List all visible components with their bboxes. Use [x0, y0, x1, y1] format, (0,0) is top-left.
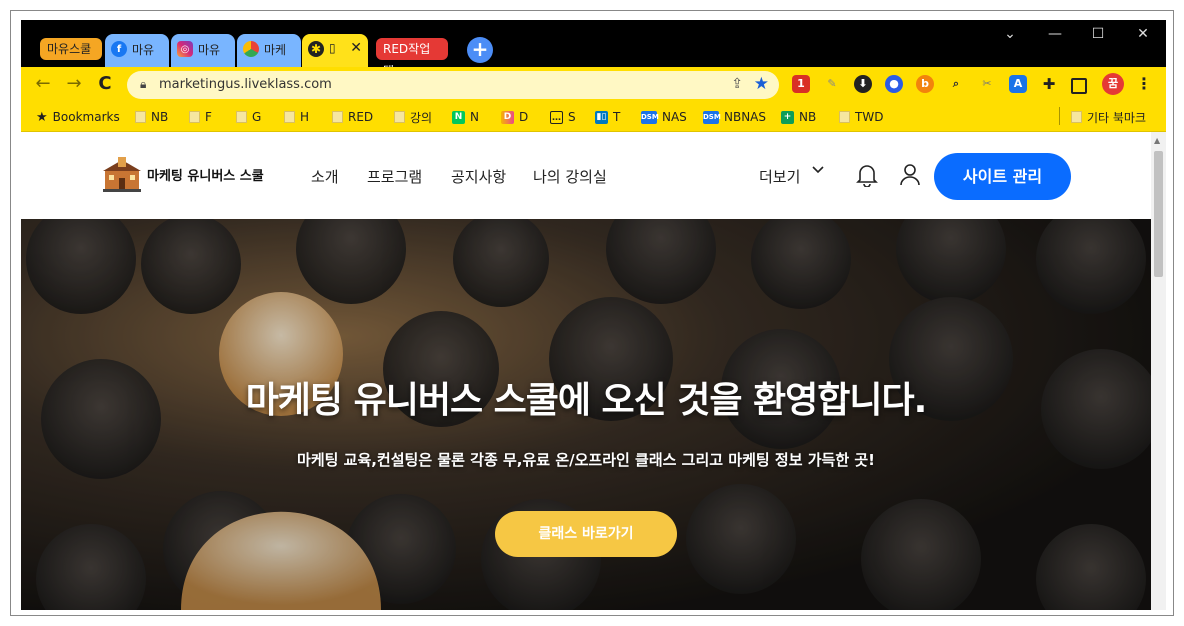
scrollbar-thumb[interactable] [1154, 151, 1163, 277]
back-button[interactable]: ← [32, 73, 54, 95]
tab-active[interactable]: ✱ ▯ ✕ [302, 34, 368, 67]
dsm-icon: DSM [703, 110, 721, 124]
menu-kebab-icon[interactable]: ⋮ [1135, 75, 1153, 93]
extension-mail-icon[interactable]: 1 [792, 75, 810, 93]
site-logo[interactable]: 마케팅 유니버스 스쿨 [103, 156, 264, 192]
tab-facebook[interactable]: f 마유 [105, 34, 169, 67]
tab-label: 마케 [264, 43, 287, 57]
folder-icon [189, 111, 200, 123]
chat-icon: … [550, 110, 563, 124]
new-tab-button[interactable]: + [467, 37, 493, 63]
chrome-web-store-icon [243, 41, 259, 57]
tab-label: 마유 [132, 43, 155, 57]
extension-download-icon[interactable]: ⬇ [854, 75, 872, 93]
folder-icon [135, 111, 146, 123]
bookmark-d[interactable]: DD [501, 109, 528, 125]
bookmark-other[interactable]: 기타 북마크 [1071, 109, 1146, 125]
bookmark-nb-plus[interactable]: + NB [781, 109, 816, 125]
site-header: 마케팅 유니버스 스쿨 소개 프로그램 공지사항 나의 강의실 더보기 사이트 … [21, 132, 1151, 219]
extension-globe-icon[interactable]: ● [885, 75, 903, 93]
site-manage-button[interactable]: 사이트 관리 [934, 153, 1071, 200]
bookmark-nas[interactable]: DSM NAS [641, 109, 687, 125]
user-icon[interactable] [899, 163, 921, 187]
tab-instagram[interactable]: ◎ 마유 [171, 34, 235, 67]
bookmark-folder-nb[interactable]: NB [135, 109, 168, 125]
close-window-button[interactable]: ✕ [1129, 26, 1157, 42]
url-text[interactable]: marketingus.liveklass.com [159, 77, 332, 92]
nav-my-classroom[interactable]: 나의 강의실 [533, 166, 607, 187]
star-icon: ★ [36, 109, 48, 125]
site-favicon: ✱ [308, 41, 324, 57]
browser-window: 마유스쿨 f 마유 ◎ 마유 마케 ✱ ▯ ✕ RED작업탭 + ⌄ — ☐ ✕… [21, 20, 1166, 610]
folder-icon [236, 111, 247, 123]
close-tab-icon[interactable]: ✕ [350, 41, 362, 55]
bookmark-t[interactable]: ▮▯ T [595, 109, 620, 125]
bookmarks-bar: ★ Bookmarks NB F G H RED 강의 NN DD … S ▮▯ T … [21, 101, 1166, 132]
bookmark-folder-twd[interactable]: TWD [839, 109, 883, 125]
tab-chrome-store[interactable]: 마케 [237, 34, 301, 67]
logo-text: 마케팅 유니버스 스쿨 [147, 168, 264, 184]
trello-icon: ▮▯ [595, 110, 608, 124]
folder-icon [332, 111, 343, 123]
extension-pin-icon[interactable]: ✂ [978, 75, 996, 93]
nav-about[interactable]: 소개 [311, 166, 339, 187]
side-panel-icon[interactable] [1071, 78, 1087, 94]
browser-toolbar: ← → C 🔒︎ marketingus.liveklass.com ⇪ ★ 1… [21, 67, 1166, 101]
share-icon[interactable]: ⇪ [731, 76, 743, 92]
bookmark-folder-h[interactable]: H [284, 109, 309, 125]
folder-icon [394, 111, 405, 123]
hero-banner: 마케팅 유니버스 스쿨에 오신 것을 환영합니다. 마케팅 교육,컨설팅은 물론… [21, 219, 1151, 610]
dsm-icon: DSM [641, 110, 659, 124]
extension-search-icon[interactable]: ⌕ [947, 75, 965, 93]
folder-icon [1071, 111, 1082, 123]
bell-icon[interactable] [856, 163, 878, 187]
bookmark-folder-g[interactable]: G [236, 109, 261, 125]
class-shortcut-button[interactable]: 클래스 바로가기 [495, 511, 677, 557]
instagram-icon: ◎ [177, 41, 193, 57]
bookmark-s[interactable]: … S [550, 109, 576, 125]
hero-title: 마케팅 유니버스 스쿨에 오신 것을 환영합니다. [245, 380, 928, 421]
tab-search-icon[interactable]: ⌄ [996, 26, 1024, 42]
tab-group-red[interactable]: RED작업탭 [376, 38, 448, 78]
folder-icon [839, 111, 850, 123]
bookmark-separator [1059, 107, 1060, 125]
extensions-puzzle-icon[interactable]: ✚ [1040, 75, 1058, 93]
bookmark-nbnas[interactable]: DSM NBNAS [703, 109, 766, 125]
extension-translate-icon[interactable]: A [1009, 75, 1027, 93]
bookmark-folder-f[interactable]: F [189, 109, 212, 125]
tab-group-mayu[interactable]: 마유스쿨 [40, 38, 102, 60]
page-scrollbar[interactable]: ▲ [1151, 132, 1166, 610]
bookmark-folder-lecture[interactable]: 강의 [394, 109, 432, 125]
school-building-icon [103, 157, 141, 192]
reload-button[interactable]: C [94, 73, 116, 95]
plus-green-icon: + [781, 110, 794, 124]
hero-subtitle: 마케팅 교육,컨설팅은 물론 각종 무,유료 온/오프라인 클래스 그리고 마케… [297, 451, 875, 469]
forward-button[interactable]: → [63, 73, 85, 95]
tab-label: ▯ [329, 41, 336, 55]
more-label: 더보기 [759, 168, 801, 186]
extension-b-icon[interactable]: b [916, 75, 934, 93]
web-page: 마케팅 유니버스 스쿨 소개 프로그램 공지사항 나의 강의실 더보기 사이트 … [21, 132, 1151, 610]
d-icon: D [501, 110, 514, 124]
nav-notices[interactable]: 공지사항 [451, 166, 506, 187]
naver-icon: N [452, 110, 465, 124]
bookmark-n[interactable]: NN [452, 109, 479, 125]
tab-strip: 마유스쿨 f 마유 ◎ 마유 마케 ✱ ▯ ✕ RED작업탭 + ⌄ — ☐ ✕ [21, 20, 1166, 78]
maximize-button[interactable]: ☐ [1084, 26, 1112, 42]
chevron-down-icon [812, 166, 824, 174]
folder-icon [284, 111, 295, 123]
profile-avatar[interactable]: 꿈 [1102, 73, 1124, 95]
minimize-button[interactable]: — [1041, 26, 1069, 42]
bookmark-star-icon[interactable]: ★ [754, 74, 769, 94]
scroll-up-icon[interactable]: ▲ [1154, 136, 1160, 145]
tab-label: 마유 [198, 43, 221, 57]
lock-icon[interactable]: 🔒︎ [140, 77, 146, 92]
facebook-icon: f [111, 41, 127, 57]
extension-pen-icon[interactable]: ✎ [823, 75, 841, 93]
bookmark-folder-red[interactable]: RED [332, 109, 373, 125]
bookmark-bookmarks[interactable]: ★ Bookmarks [36, 109, 120, 125]
address-bar[interactable]: 🔒︎ marketingus.liveklass.com ⇪ ★ [127, 71, 779, 99]
more-menu[interactable]: 더보기 [759, 166, 824, 187]
nav-programs[interactable]: 프로그램 [367, 166, 422, 187]
